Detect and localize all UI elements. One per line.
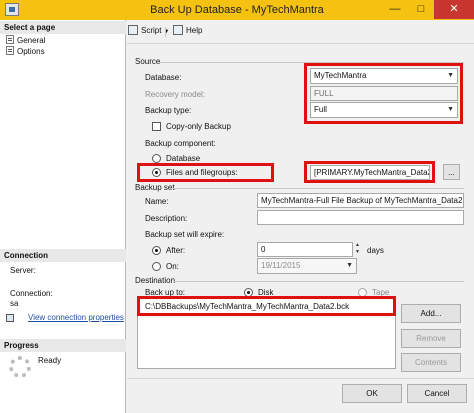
backup-set-group-label: Backup set bbox=[135, 183, 175, 192]
destination-divider bbox=[174, 281, 464, 282]
server-label: Server: bbox=[10, 266, 36, 275]
database-value: MyTechMantra bbox=[314, 71, 367, 80]
cancel-button[interactable]: Cancel bbox=[407, 384, 467, 403]
help-icon bbox=[173, 25, 183, 35]
page-icon bbox=[6, 46, 14, 55]
recovery-model-field: FULL bbox=[310, 86, 458, 101]
script-label: Script bbox=[141, 26, 162, 35]
select-page-header: Select a page bbox=[0, 21, 126, 34]
files-filegroups-radio[interactable] bbox=[152, 168, 161, 177]
spin-down-icon[interactable]: ▼ bbox=[353, 249, 362, 256]
page-item-general[interactable]: General bbox=[6, 35, 45, 46]
title-bar: Back Up Database - MyTechMantra — □ ✕ bbox=[0, 0, 474, 20]
add-destination-button[interactable]: Add... bbox=[401, 304, 461, 323]
left-pane bbox=[0, 20, 126, 413]
progress-spinner-icon bbox=[9, 356, 31, 378]
on-label: On: bbox=[166, 262, 179, 271]
source-group-label: Source bbox=[135, 57, 161, 66]
chevron-down-icon: ▼ bbox=[447, 106, 454, 113]
database-label: Database: bbox=[145, 73, 182, 82]
progress-header: Progress bbox=[0, 339, 126, 352]
after-label: After: bbox=[166, 246, 186, 255]
ok-button[interactable]: OK bbox=[342, 384, 402, 403]
chevron-down-icon: ▼ bbox=[447, 72, 454, 79]
copy-only-label: Copy-only Backup bbox=[166, 122, 231, 131]
description-label: Description: bbox=[145, 214, 188, 223]
browse-filegroups-button[interactable]: ... bbox=[443, 164, 460, 180]
page-item-label: General bbox=[17, 36, 46, 45]
spin-up-icon[interactable]: ▲ bbox=[353, 242, 362, 249]
toolbar-separator bbox=[165, 27, 166, 37]
contents-button[interactable]: Contents bbox=[401, 353, 461, 372]
files-filegroups-radio-label: Files and filegroups: bbox=[166, 168, 238, 177]
after-radio[interactable] bbox=[152, 246, 161, 255]
connection-value: sa bbox=[10, 299, 19, 308]
database-select[interactable]: MyTechMantra ▼ bbox=[310, 68, 458, 84]
view-connection-properties-link[interactable]: View connection properties bbox=[28, 313, 124, 323]
backup-component-label: Backup component: bbox=[145, 139, 216, 148]
progress-status: Ready bbox=[38, 356, 62, 365]
connection-properties-icon bbox=[6, 314, 14, 322]
expire-date-value: 19/11/2015 bbox=[261, 261, 301, 270]
script-button[interactable]: Script ▼ bbox=[128, 24, 169, 38]
backup-set-divider bbox=[172, 188, 464, 189]
copy-only-checkbox[interactable] bbox=[152, 122, 161, 131]
backup-name-input[interactable]: MyTechMantra-Full File Backup of MyTechM… bbox=[257, 193, 464, 208]
backup-type-label: Backup type: bbox=[145, 106, 192, 115]
filegroup-field[interactable]: [PRIMARY.MyTechMantra_Data2] bbox=[310, 165, 430, 180]
maximize-button[interactable]: □ bbox=[408, 0, 434, 19]
help-button[interactable]: Help bbox=[173, 24, 202, 38]
page-icon bbox=[6, 35, 14, 44]
remove-destination-button[interactable]: Remove bbox=[401, 329, 461, 348]
on-radio[interactable] bbox=[152, 262, 161, 271]
name-label: Name: bbox=[145, 197, 169, 206]
after-days-input[interactable]: 0 bbox=[257, 242, 353, 257]
days-label: days bbox=[367, 246, 384, 255]
expire-date-picker[interactable]: 19/11/2015 ▼ bbox=[257, 258, 357, 274]
destination-path-item[interactable]: C:\DBBackups\MyTechMantra_MyTechMantra_D… bbox=[145, 302, 349, 312]
page-item-options[interactable]: Options bbox=[6, 46, 45, 57]
connection-label: Connection: bbox=[10, 289, 53, 298]
page-item-label: Options bbox=[17, 47, 45, 56]
destination-group-label: Destination bbox=[135, 276, 176, 285]
connection-header: Connection bbox=[0, 249, 126, 262]
script-icon bbox=[128, 25, 138, 35]
backup-type-select[interactable]: Full ▼ bbox=[310, 102, 458, 118]
minimize-button[interactable]: — bbox=[382, 0, 408, 19]
close-button[interactable]: ✕ bbox=[434, 0, 474, 19]
backup-type-value: Full bbox=[314, 105, 327, 114]
expire-label: Backup set will expire: bbox=[145, 230, 225, 239]
help-label: Help bbox=[186, 26, 203, 35]
recovery-model-label: Recovery model: bbox=[145, 90, 206, 99]
database-radio[interactable] bbox=[152, 154, 161, 163]
chevron-down-icon: ▼ bbox=[346, 262, 353, 269]
description-input[interactable] bbox=[257, 210, 464, 225]
